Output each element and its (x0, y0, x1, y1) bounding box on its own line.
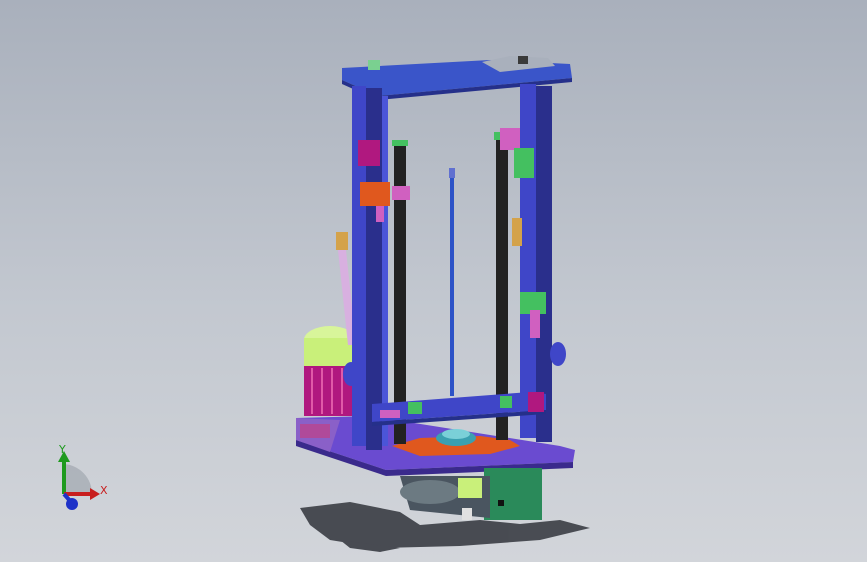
lower-drive-mount (400, 468, 542, 520)
lead-screw-left (392, 140, 408, 444)
right-column (520, 84, 566, 442)
cad-assembly-model[interactable] (0, 0, 867, 562)
axis-triad-graphic (58, 451, 100, 510)
center-guide-rod (449, 168, 455, 396)
3d-model-viewport[interactable]: Y X (0, 0, 867, 562)
y-axis-label: Y (59, 443, 66, 456)
axis-triad: Y X (46, 438, 116, 516)
triad-plane-icon (64, 464, 93, 494)
x-axis-label: X (100, 484, 108, 497)
